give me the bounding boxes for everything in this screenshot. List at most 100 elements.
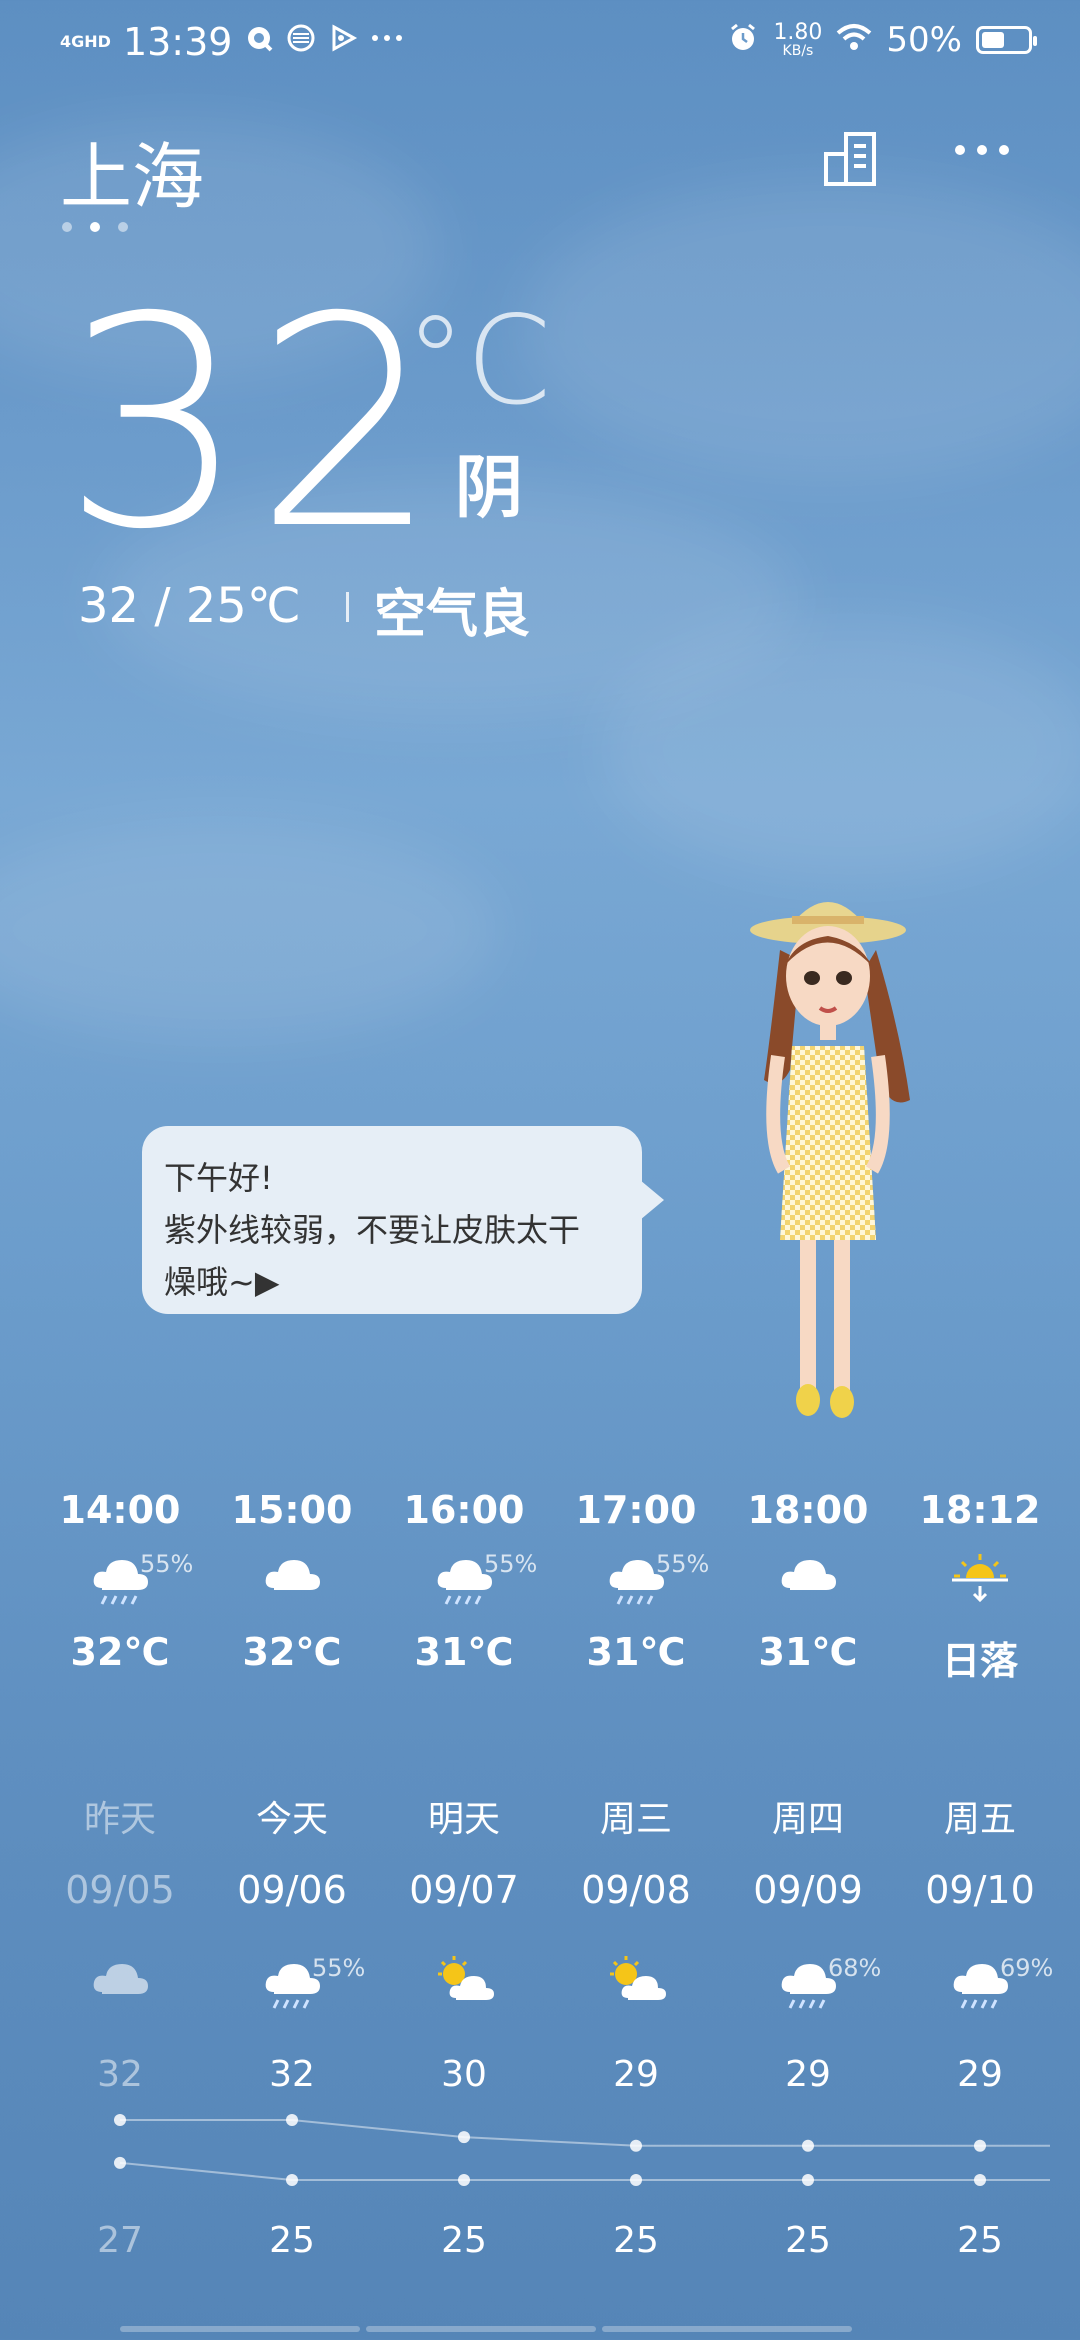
day-name: 今天 bbox=[255, 1799, 328, 1840]
cloud-icon bbox=[93, 1964, 148, 1994]
network-indicator: 4GHD bbox=[60, 32, 111, 51]
precip-percent: 55% bbox=[312, 1954, 366, 1982]
cloud-icon bbox=[781, 1560, 836, 1590]
day-low-temp: 27 bbox=[97, 2220, 143, 2261]
low-temp-line bbox=[119, 2161, 1050, 2181]
hour-icon-wrap: 55% bbox=[550, 1542, 722, 1622]
hour-icon-wrap bbox=[206, 1542, 378, 1622]
temperature-unit: °C bbox=[405, 290, 552, 432]
high-temp-line bbox=[120, 2119, 1050, 2147]
day-high-temp: 29 bbox=[785, 2054, 831, 2095]
more-button[interactable] bbox=[952, 140, 1012, 164]
hour-temperature: 31℃ bbox=[586, 1630, 686, 1674]
day-date: 09/07 bbox=[409, 1868, 519, 1912]
page-indicator bbox=[62, 222, 128, 232]
day-icon-wrap: 68% bbox=[722, 1954, 894, 2034]
low-temp-point bbox=[458, 2174, 470, 2186]
hour-icon-wrap: 55% bbox=[34, 1542, 206, 1622]
sunset-icon bbox=[952, 1554, 1008, 1603]
daily-item[interactable]: 周五 09/10 69% bbox=[894, 1790, 1066, 2034]
precip-percent: 68% bbox=[828, 1954, 882, 1982]
day-name: 明天 bbox=[427, 1799, 500, 1840]
day-high-temp: 29 bbox=[957, 2054, 1003, 2095]
low-temp-point bbox=[286, 2174, 298, 2186]
daily-item[interactable]: 今天 09/06 55% bbox=[206, 1790, 378, 2034]
hourly-item[interactable]: 14:00 55% 32℃ bbox=[34, 1488, 206, 1674]
clock: 13:39 bbox=[122, 20, 233, 64]
hour-time: 15:00 bbox=[231, 1488, 353, 1532]
hourly-item[interactable]: 18:12 日落 bbox=[894, 1488, 1066, 1685]
high-temp-point bbox=[630, 2139, 642, 2152]
day-name: 周三 bbox=[599, 1799, 672, 1840]
weather-girl-character[interactable] bbox=[740, 880, 940, 1440]
hour-icon-wrap bbox=[894, 1542, 1066, 1622]
status-bar: 4GHD 13:39 1.80 KB/s 50% bbox=[0, 0, 1080, 84]
high-temp-point bbox=[974, 2139, 986, 2152]
day-high-temp: 32 bbox=[269, 2054, 315, 2095]
day-name: 周五 bbox=[943, 1799, 1016, 1840]
hourly-item[interactable]: 18:00 31℃ bbox=[722, 1488, 894, 1674]
day-low-temp: 25 bbox=[785, 2220, 831, 2261]
play-app-icon bbox=[328, 23, 358, 61]
high-temp-point bbox=[802, 2139, 814, 2152]
low-temp-point bbox=[630, 2174, 642, 2186]
page-dot bbox=[118, 222, 128, 232]
hour-time: 18:12 bbox=[919, 1488, 1041, 1532]
air-quality[interactable]: 空气良 bbox=[374, 572, 530, 647]
daily-item[interactable]: 周三 09/08 bbox=[550, 1790, 722, 2034]
alarm-icon bbox=[727, 22, 759, 58]
precip-percent: 55% bbox=[140, 1550, 194, 1578]
precip-percent: 55% bbox=[484, 1550, 538, 1578]
city-manage-button[interactable] bbox=[820, 128, 880, 192]
high-temp-point bbox=[286, 2114, 298, 2126]
day-date: 09/08 bbox=[581, 1868, 691, 1912]
hour-temperature: 31℃ bbox=[414, 1630, 514, 1674]
day-low-temp: 25 bbox=[441, 2220, 487, 2261]
hour-time: 16:00 bbox=[403, 1488, 525, 1532]
scroll-hint bbox=[120, 2326, 852, 2332]
cloud-icon bbox=[265, 1560, 320, 1590]
day-low-temp: 25 bbox=[613, 2220, 659, 2261]
daily-item[interactable]: 明天 09/07 bbox=[378, 1790, 550, 2034]
daily-item[interactable]: 昨天 09/05 bbox=[34, 1790, 206, 2034]
city-name[interactable]: 上海 bbox=[60, 118, 204, 223]
hourly-item[interactable]: 17:00 55% 31℃ bbox=[550, 1488, 722, 1674]
page-dot bbox=[90, 222, 100, 232]
hour-time: 18:00 bbox=[747, 1488, 869, 1532]
divider bbox=[346, 592, 349, 622]
assistant-speech-bubble[interactable]: 下午好! 紫外线较弱，不要让皮肤太干 燥哦~▶ bbox=[142, 1126, 664, 1314]
day-icon-wrap bbox=[550, 1954, 722, 2034]
battery-icon bbox=[976, 26, 1037, 54]
tip-text-line2: 燥哦~▶ bbox=[164, 1263, 280, 1301]
greeting-text: 下午好! bbox=[164, 1159, 273, 1197]
hour-icon-wrap: 55% bbox=[378, 1542, 550, 1622]
partly-cloudy-icon bbox=[610, 1956, 666, 2000]
low-temp-point bbox=[974, 2174, 986, 2186]
day-icon-wrap bbox=[378, 1954, 550, 2034]
day-date: 09/10 bbox=[925, 1868, 1035, 1912]
hour-temperature: 32℃ bbox=[70, 1630, 170, 1674]
high-temp-point bbox=[458, 2131, 470, 2144]
hour-temperature: 31℃ bbox=[758, 1630, 858, 1674]
daily-item[interactable]: 周四 09/09 68% bbox=[722, 1790, 894, 2034]
page-dot bbox=[62, 222, 72, 232]
network-app-icon bbox=[286, 23, 316, 61]
hour-icon-wrap bbox=[722, 1542, 894, 1622]
high-temp-point bbox=[114, 2114, 126, 2126]
low-temp-point bbox=[114, 2156, 126, 2169]
hourly-item[interactable]: 15:00 32℃ bbox=[206, 1488, 378, 1674]
day-date: 09/06 bbox=[237, 1868, 347, 1912]
battery-percent: 50% bbox=[886, 20, 962, 60]
day-date: 09/05 bbox=[65, 1868, 175, 1912]
q-app-icon bbox=[244, 23, 274, 61]
day-icon-wrap: 55% bbox=[206, 1954, 378, 2034]
precip-percent: 55% bbox=[656, 1550, 710, 1578]
temperature-range: 32 / 25℃ bbox=[78, 578, 301, 634]
day-name: 周四 bbox=[771, 1799, 844, 1840]
wifi-icon bbox=[836, 23, 872, 57]
weather-condition: 阴 bbox=[455, 449, 524, 528]
day-low-temp: 25 bbox=[269, 2220, 315, 2261]
hourly-item[interactable]: 16:00 55% 31℃ bbox=[378, 1488, 550, 1674]
day-high-temp: 32 bbox=[97, 2054, 143, 2095]
low-temp-point bbox=[802, 2174, 814, 2186]
